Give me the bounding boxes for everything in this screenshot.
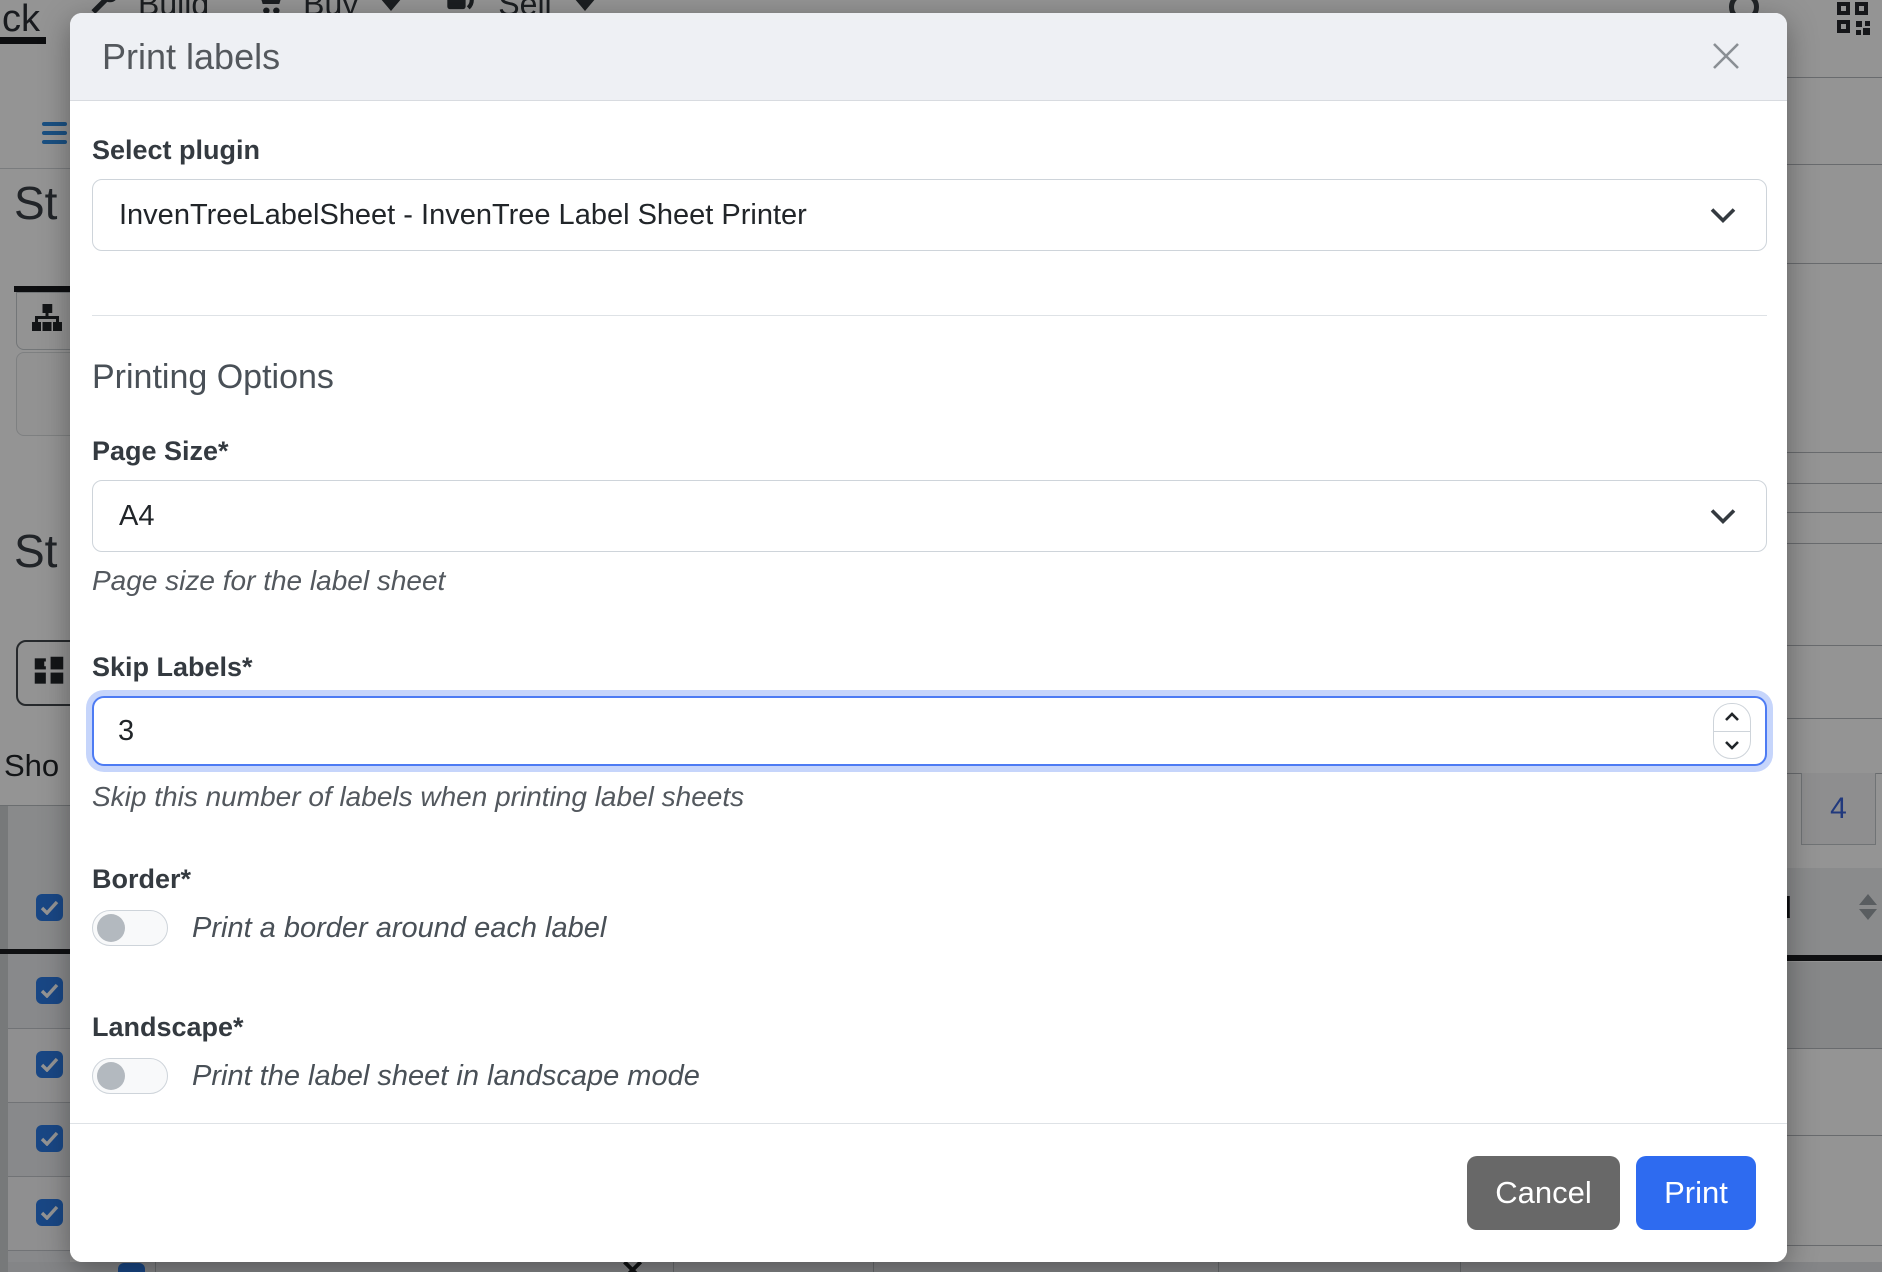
close-icon [1708, 62, 1744, 77]
page-size-select[interactable]: A4 [92, 480, 1767, 552]
toggle-knob [97, 1062, 125, 1090]
landscape-help: Print the label sheet in landscape mode [192, 1060, 700, 1093]
skip-labels-help: Skip this number of labels when printing… [92, 780, 1767, 814]
skip-labels-label: Skip Labels* [92, 650, 1767, 684]
modal-header: Print labels [70, 13, 1787, 101]
stepper-up-icon[interactable] [1714, 704, 1750, 732]
close-button[interactable] [1707, 38, 1745, 76]
modal-footer: Cancel Print [70, 1123, 1787, 1262]
page-size-select-value: A4 [119, 500, 154, 533]
modal-body: Select plugin InvenTreeLabelSheet - Inve… [70, 101, 1787, 1123]
print-labels-modal: Print labels Select plugin InvenTreeLabe… [70, 13, 1787, 1262]
number-stepper[interactable] [1713, 703, 1751, 759]
cancel-button[interactable]: Cancel [1467, 1156, 1620, 1230]
plugin-select-value: InvenTreeLabelSheet - InvenTree Label Sh… [119, 199, 807, 232]
border-label: Border* [92, 862, 1767, 896]
border-toggle[interactable] [92, 910, 168, 946]
stepper-down-icon[interactable] [1714, 732, 1750, 759]
toggle-knob [97, 914, 125, 942]
select-plugin-label: Select plugin [92, 133, 1767, 167]
printing-options-heading: Printing Options [92, 356, 1767, 398]
landscape-label: Landscape* [92, 1010, 1767, 1044]
border-help: Print a border around each label [192, 912, 606, 945]
plugin-select[interactable]: InvenTreeLabelSheet - InvenTree Label Sh… [92, 179, 1767, 251]
page-size-label: Page Size* [92, 434, 1767, 468]
print-button[interactable]: Print [1636, 1156, 1756, 1230]
modal-title: Print labels [102, 36, 280, 78]
skip-labels-input[interactable] [92, 696, 1767, 766]
landscape-toggle[interactable] [92, 1058, 168, 1094]
chevron-down-icon [1710, 199, 1736, 232]
chevron-down-icon [1710, 500, 1736, 533]
section-divider [92, 315, 1767, 316]
page-size-help: Page size for the label sheet [92, 564, 1767, 598]
